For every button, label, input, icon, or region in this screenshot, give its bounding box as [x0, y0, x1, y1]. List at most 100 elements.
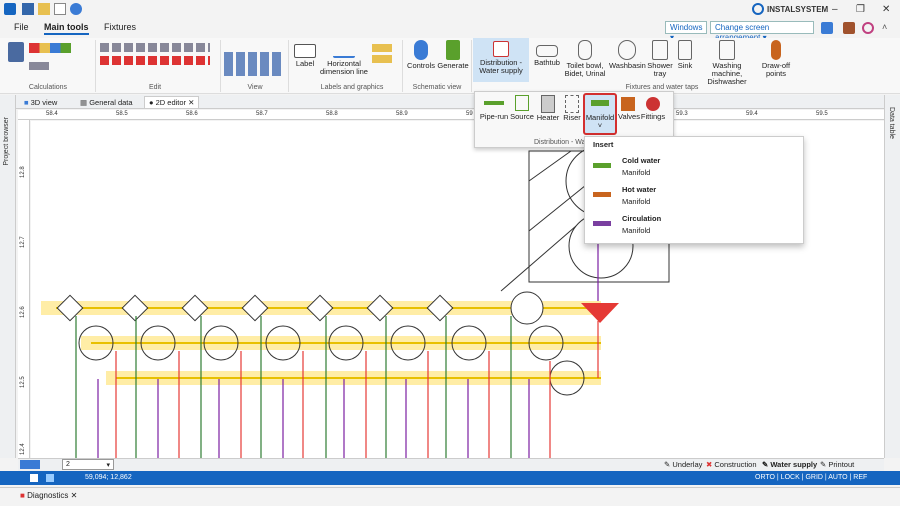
tab-close-icon[interactable]: ✕: [188, 98, 194, 107]
floor-nav-icon[interactable]: [20, 460, 40, 469]
status-toggles[interactable]: ORTO | LOCK | GRID | AUTO | REF: [755, 474, 867, 481]
edit-tools-row1[interactable]: [100, 43, 210, 52]
valve-symbol: [426, 294, 454, 322]
layer-construction[interactable]: ✖ Construction: [706, 460, 757, 469]
windows-dropdown[interactable]: Windows ▾: [665, 21, 707, 42]
label-button[interactable]: Label: [292, 40, 318, 68]
circulation-title: Circulation: [622, 214, 662, 223]
cold-manifold-icon: [593, 163, 611, 168]
screen-arrangement-dropdown[interactable]: Change screen arrangement ▾: [710, 21, 814, 42]
valve-symbol: [241, 294, 269, 322]
bathtub-text: Bathtub: [534, 58, 560, 67]
toilet-button[interactable]: Toilet bowl, Bidet, Urinal: [562, 40, 608, 78]
tab-general-data[interactable]: ▦ General data: [80, 98, 133, 107]
distribution-text: Distribution - Water supply: [479, 58, 523, 75]
tab-2d-editor[interactable]: ● 2D editor ✕: [144, 96, 200, 109]
toilet-icon: [578, 40, 592, 60]
ruler-label: 12.7: [20, 236, 26, 248]
valve-symbol: [181, 294, 209, 322]
calc-icon[interactable]: [8, 42, 24, 62]
layout-icon[interactable]: [821, 22, 833, 34]
hot-manifold-icon: [593, 192, 611, 197]
distribution-button[interactable]: Distribution - Water supply: [473, 38, 529, 82]
help-icon[interactable]: [862, 22, 874, 34]
tool-icon[interactable]: [843, 22, 855, 34]
controls-button[interactable]: Controls: [406, 40, 436, 70]
collapse-ribbon-icon[interactable]: ˄: [882, 22, 887, 32]
drawoff-icon: [771, 40, 781, 60]
label-text: Label: [295, 59, 315, 68]
heater-button[interactable]: Heater: [535, 95, 561, 122]
bathtub-button[interactable]: Bathtub: [533, 40, 561, 67]
horizontal-dim-button[interactable]: Horizontal dimension line: [318, 40, 370, 76]
ribbon-separator: [95, 40, 96, 92]
tab-3d-view[interactable]: ■ 3D view: [24, 98, 57, 107]
close-icon[interactable]: ✕: [882, 4, 890, 15]
menu-item-hot-water[interactable]: [586, 181, 802, 207]
riser-button[interactable]: Riser: [561, 95, 583, 122]
data-table-panel[interactable]: Data table: [884, 95, 900, 458]
heater-icon: [541, 95, 555, 113]
project-browser-panel[interactable]: Project browser: [0, 95, 16, 458]
menu-fixtures[interactable]: Fixtures: [104, 22, 136, 32]
layer-printout-label: Printout: [828, 460, 855, 469]
valve-symbol: [306, 294, 334, 322]
shower-button[interactable]: Shower tray: [646, 40, 674, 78]
zoom-tools-icon[interactable]: [224, 52, 284, 76]
hot-water-title: Hot water: [622, 185, 657, 194]
layer-underlay[interactable]: ✎ Underlay: [664, 460, 702, 469]
subpanel-caption: Distribution - Wa: [534, 139, 586, 146]
menu-item-cold-water[interactable]: [586, 152, 802, 178]
riser-line: [528, 150, 572, 182]
horizontal-dim-text: Horizontal dimension line: [320, 59, 368, 76]
text-tools-icon[interactable]: [372, 44, 392, 64]
manifold-button[interactable]: Manifold ˅: [583, 93, 617, 135]
document-tabs: [0, 95, 900, 109]
layer-water-supply[interactable]: ✎ Water supply: [762, 460, 817, 469]
ribbon-separator: [471, 40, 472, 92]
pipe-run-button[interactable]: Pipe-run: [478, 95, 510, 121]
washing-machine-button[interactable]: Washing machine, Dishwasher: [697, 40, 757, 86]
save-icon[interactable]: [22, 3, 34, 15]
riser-line: [500, 225, 577, 292]
status-icon[interactable]: [46, 474, 54, 482]
new-icon[interactable]: [54, 3, 66, 15]
ruler-label: 59.4: [746, 111, 758, 117]
source-button[interactable]: Source: [510, 95, 534, 121]
title-bar: [0, 0, 900, 18]
minimize-icon[interactable]: –: [832, 4, 838, 15]
drawoff-button[interactable]: Draw-off points: [758, 40, 794, 78]
cursor-coordinates: 59,094; 12,862: [85, 474, 132, 481]
washing-text: Washing machine, Dishwasher: [707, 61, 747, 86]
diagnostics-icon: ■: [20, 491, 25, 500]
pipe-run-text: Pipe-run: [479, 112, 509, 121]
valves-button[interactable]: Valves: [618, 95, 640, 121]
restore-icon[interactable]: ❐: [856, 4, 865, 15]
generate-button[interactable]: Generate: [437, 40, 469, 70]
floor-select[interactable]: 2 ▾: [62, 459, 114, 470]
label-icon: [294, 44, 316, 58]
ruler-label: 12.4: [20, 443, 26, 455]
diagnostics-tab[interactable]: ■ Diagnostics ✕: [20, 491, 77, 500]
undo-icon[interactable]: [70, 3, 82, 15]
menu-file[interactable]: File: [14, 22, 29, 32]
layer-printout[interactable]: ✎ Printout: [820, 460, 854, 469]
ruler-label: 58.5: [116, 111, 128, 117]
group-calculations: Calculations: [28, 84, 68, 91]
status-icon[interactable]: [30, 474, 38, 482]
calc-options-icon[interactable]: [29, 62, 49, 70]
valves-text: Valves: [618, 112, 640, 121]
menu-item-circulation[interactable]: [586, 210, 802, 236]
controls-text: Controls: [407, 61, 435, 70]
fittings-button[interactable]: Fittings: [639, 95, 667, 121]
chevron-down-icon: ▾: [106, 462, 110, 469]
sink-button[interactable]: Sink: [675, 40, 695, 70]
open-icon[interactable]: [38, 3, 50, 15]
bathtub-icon: [536, 45, 558, 57]
edit-tools-row2[interactable]: [100, 56, 210, 65]
calc-tools-icon[interactable]: [29, 43, 71, 53]
menu-main-tools[interactable]: Main tools: [44, 22, 89, 35]
ruler-label: 58.8: [326, 111, 338, 117]
hot-water-sub: Manifold: [622, 197, 651, 206]
washbasin-button[interactable]: Washbasin: [609, 40, 646, 70]
